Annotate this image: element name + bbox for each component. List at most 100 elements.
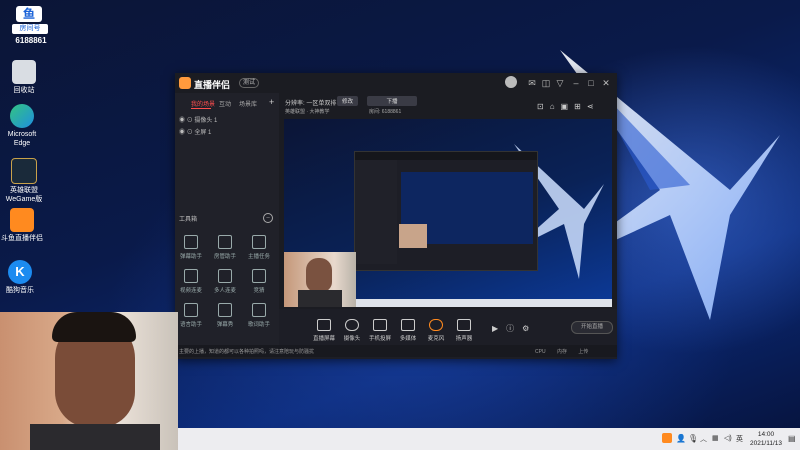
desktop-icon-label: Microsoft Edge (7, 131, 37, 147)
tool-danmu-show[interactable]: 弹幕秀 (209, 303, 241, 328)
app-title: 直播伴侣 (194, 80, 231, 90)
avatar[interactable] (505, 76, 517, 88)
settings-icon: ⚙ (522, 324, 538, 333)
phone-cast-button[interactable]: 手机投屏 (367, 319, 393, 342)
bottom-toolbar: 直播屏幕 摄像头 手机投屏 多媒体 麦克风 扬声器 ▶ⓘ⚙ 开始直播 (279, 309, 617, 342)
app-titlebar: 直播伴侣 测试 ✉ ◫ ▽ – □ ✕ (175, 73, 617, 93)
edge-icon (10, 104, 34, 128)
stream-toggle-button[interactable]: 下播 (367, 96, 417, 106)
douyu-tray-icon[interactable] (662, 433, 672, 443)
status-metrics: CPU 内存 上传 (535, 349, 589, 355)
preview-toolbar[interactable]: ⊡⌂▣⊞⋖ (537, 102, 600, 111)
tool-admin[interactable]: 房管助手 (209, 235, 241, 260)
media-button[interactable]: 多媒体 (395, 319, 421, 342)
scene-item[interactable]: ◉ ⊙ 摄像头 1 (179, 115, 217, 124)
left-panel: 我的场景 互动 场景库 + ◉ ⊙ 摄像头 1 ◉ ⊙ 全屏 1 工具箱 – 弹… (175, 93, 279, 350)
minimize-icon[interactable]: – (571, 78, 581, 88)
lock-icon: ⌂ (549, 102, 561, 111)
webcam-feed (0, 312, 178, 450)
tab-interaction[interactable]: 互动 (219, 99, 231, 108)
network-icon[interactable]: ▦ (712, 434, 719, 442)
camera-icon: ⊡ (537, 102, 550, 111)
clock[interactable]: 14:00 2021/11/13 (746, 430, 786, 448)
tool-multi-link[interactable]: 多人连麦 (209, 269, 241, 294)
mode-row: 分辨率: 一区单双排 (285, 101, 337, 107)
version-badge: 测试 (239, 78, 260, 88)
status-text: 主要的上播，知道的都可以各种拍照吗，请注意陪玩与防骚扰 (179, 349, 315, 355)
volume-icon[interactable]: ◁) (724, 434, 732, 442)
tool-lyrics[interactable]: 歌词助手 (243, 303, 275, 328)
nested-app-preview (354, 151, 538, 271)
tool-task[interactable]: 主播任务 (243, 235, 275, 260)
taskbar: 👤 🎙 ︿ ▦ ◁) 英 14:00 2021/11/13 ▤ (178, 428, 800, 450)
shirt (30, 424, 160, 450)
desktop-icon-edge[interactable]: Microsoft Edge (0, 104, 46, 148)
desktop-icon-recycle-bin[interactable]: 回收站 (0, 60, 48, 95)
room-number-label: 房间: 6188861 (369, 109, 402, 115)
voice-icon (184, 303, 198, 317)
tool-video-link[interactable]: 视频连麦 (175, 269, 207, 294)
app-logo-icon (179, 77, 191, 89)
more-icon[interactable]: – (263, 213, 273, 223)
mic-button[interactable]: 麦克风 (423, 319, 449, 342)
clock-time: 14:00 (757, 431, 775, 438)
desktop-icon-label: 回收站 (13, 87, 35, 94)
douyu-room-logo: 鱼 房间号 6188861 (4, 4, 56, 56)
room-number: 6188861 (15, 36, 47, 45)
start-stream-button[interactable]: 开始直播 (571, 321, 613, 334)
mic-tray-icon[interactable]: 🎙 (688, 434, 698, 443)
tool-guess[interactable]: 竞猜 (243, 269, 275, 294)
camera-button[interactable]: 摄像头 (339, 319, 365, 342)
user-tray-icon[interactable]: 👤 (676, 434, 686, 443)
stream-app-window: 直播伴侣 测试 ✉ ◫ ▽ – □ ✕ 我的场景 互动 场景库 + ◉ ⊙ 摄像… (175, 73, 617, 359)
screen-capture-button[interactable]: 直播屏幕 (311, 319, 337, 342)
lock-icon[interactable]: ⊙ (187, 118, 193, 124)
menu-icon[interactable]: ▽ (555, 78, 565, 88)
chevron-up-icon[interactable]: ︿ (700, 434, 707, 444)
douyu-icon (10, 208, 34, 232)
douyu-logo-icon: 鱼 (16, 6, 42, 22)
phone-icon (373, 319, 387, 331)
eye-icon[interactable]: ◉ (179, 130, 185, 136)
mode-value: 一区单双排 (306, 101, 337, 107)
danmu-show-icon (218, 303, 232, 317)
tab-scene-library[interactable]: 场景库 (239, 99, 257, 108)
lock-icon[interactable]: ⊙ (187, 130, 193, 136)
tab-my-scenes[interactable]: 我的场景 (191, 99, 215, 108)
room-badge: 房间号 (12, 24, 48, 34)
tool-voice[interactable]: 语言助手 (175, 303, 207, 328)
eye-icon[interactable]: ◉ (179, 118, 185, 124)
record-icon: ⊞ (574, 102, 587, 111)
maximize-icon[interactable]: □ (586, 78, 596, 88)
mic-icon (429, 319, 443, 331)
notification-icon[interactable]: ▤ (788, 434, 796, 443)
ime-indicator[interactable]: 英 (736, 434, 743, 444)
speaker-icon (457, 319, 471, 331)
hair (52, 312, 136, 342)
info-icon: ⓘ (506, 324, 523, 333)
video-link-icon (184, 269, 198, 283)
close-icon[interactable]: ✕ (601, 78, 611, 88)
room-category: 英雄联盟 · 大神教学 (285, 109, 330, 115)
scene-item[interactable]: ◉ ⊙ 全屏 1 (179, 127, 211, 136)
desktop-icon-douyu[interactable]: 斗鱼直播伴侣 (0, 208, 46, 243)
webcam-overlay[interactable] (284, 252, 356, 307)
desktop-icon-league[interactable]: 英雄联盟 WeGame版 (0, 158, 48, 204)
record-controls[interactable]: ▶ⓘ⚙ (492, 323, 537, 334)
preview-canvas[interactable] (284, 119, 612, 307)
tool-danmu[interactable]: 弹幕助手 (175, 235, 207, 260)
admin-icon (218, 235, 232, 249)
message-icon[interactable]: ✉ (527, 78, 537, 88)
modify-button[interactable]: 修改 (337, 96, 359, 106)
video-record-icon: ▶ (492, 324, 507, 333)
scene-label: 全屏 1 (194, 130, 212, 136)
active-tab-indicator (191, 108, 211, 109)
share-icon: ⋖ (586, 102, 600, 111)
add-scene-button[interactable]: + (269, 97, 274, 107)
desktop-icon-kugou[interactable]: K 酷狗音乐 (0, 260, 44, 295)
multi-link-icon (218, 269, 232, 283)
skin-icon[interactable]: ◫ (541, 78, 551, 88)
task-icon (252, 235, 266, 249)
speaker-button[interactable]: 扬声器 (451, 319, 477, 342)
status-bar: 主要的上播，知道的都可以各种拍照吗，请注意陪玩与防骚扰 CPU 内存 上传 (175, 345, 617, 357)
